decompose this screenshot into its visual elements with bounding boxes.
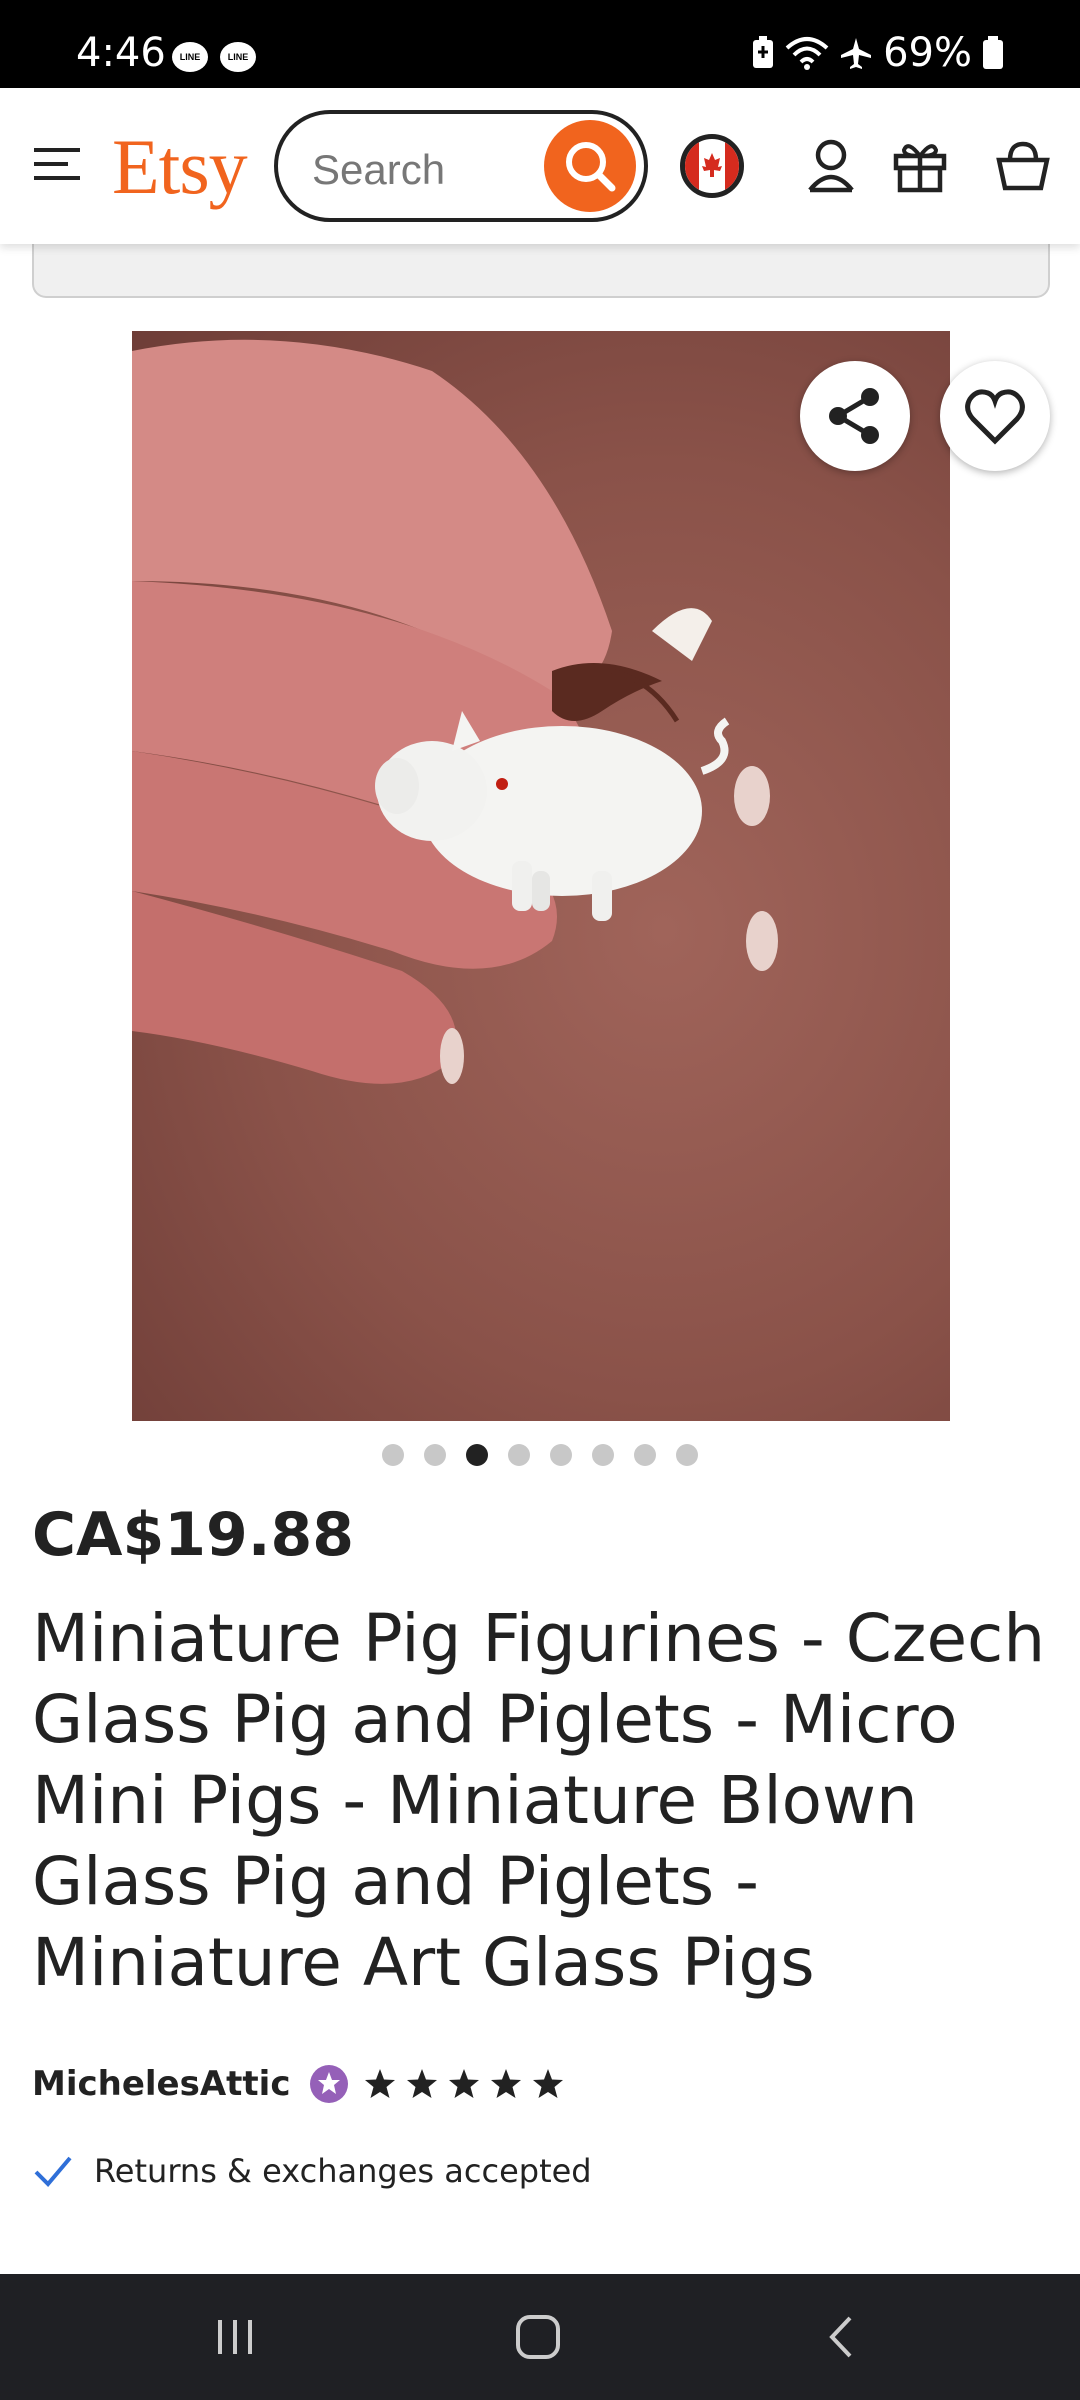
star-icon xyxy=(448,2069,479,2098)
battery-icon xyxy=(983,36,1003,69)
search-icon xyxy=(566,142,616,192)
search-button[interactable] xyxy=(544,120,636,212)
search-bar[interactable]: Search xyxy=(274,110,648,222)
returns-text: Returns & exchanges accepted xyxy=(94,2152,592,2190)
carousel-dot[interactable] xyxy=(592,1444,614,1466)
seller-row: MichelesAttic xyxy=(32,2064,565,2104)
search-input[interactable]: Search xyxy=(312,146,445,194)
heart-icon xyxy=(965,389,1025,445)
battery-saver-icon xyxy=(753,36,774,68)
account-icon[interactable] xyxy=(806,138,856,194)
status-bar: 4:46 LINE LINE 69% xyxy=(0,0,1080,88)
status-time: 4:46 xyxy=(76,30,166,76)
menu-icon[interactable] xyxy=(32,144,82,184)
check-icon xyxy=(34,2156,72,2187)
carousel-dots xyxy=(0,1444,1080,1466)
carousel-dot[interactable] xyxy=(508,1444,530,1466)
status-icons: 69% xyxy=(751,30,1004,76)
product-title: Miniature Pig Figurines - Czech Glass Pi… xyxy=(32,1600,1046,2001)
share-icon xyxy=(829,388,879,444)
app-header: Etsy Search xyxy=(0,88,1080,244)
system-nav-bar xyxy=(0,2274,1080,2400)
cart-icon[interactable] xyxy=(996,138,1050,194)
star-icon xyxy=(532,2069,563,2098)
product-photo xyxy=(132,339,778,1084)
carousel-dot[interactable] xyxy=(550,1444,572,1466)
canada-flag-icon[interactable] xyxy=(680,134,744,198)
rating-stars xyxy=(363,2067,565,2101)
battery-percent: 69% xyxy=(883,30,972,76)
back-icon[interactable] xyxy=(820,2312,860,2362)
product-image[interactable] xyxy=(132,331,950,1421)
wifi-icon xyxy=(785,37,829,70)
star-icon xyxy=(364,2069,395,2098)
line-icon: LINE xyxy=(172,42,208,72)
recent-apps-icon[interactable] xyxy=(210,2312,260,2362)
seller-name[interactable]: MichelesAttic xyxy=(32,2064,291,2104)
carousel-dot[interactable] xyxy=(634,1444,656,1466)
star-icon xyxy=(406,2069,437,2098)
star-icon xyxy=(490,2069,521,2098)
gift-icon[interactable] xyxy=(892,138,948,194)
airplane-icon xyxy=(841,38,872,69)
line-icon: LINE xyxy=(220,42,256,72)
etsy-logo[interactable]: Etsy xyxy=(112,122,248,212)
star-seller-badge-icon xyxy=(309,2065,348,2103)
favorite-button[interactable] xyxy=(940,361,1050,471)
carousel-dot[interactable] xyxy=(676,1444,698,1466)
carousel-dot[interactable] xyxy=(466,1444,488,1466)
share-button[interactable] xyxy=(800,361,910,471)
product-price: CA$19.88 xyxy=(32,1500,355,1570)
home-icon[interactable] xyxy=(510,2312,566,2362)
carousel-dot[interactable] xyxy=(382,1444,404,1466)
returns-row: Returns & exchanges accepted xyxy=(32,2150,592,2192)
carousel-dot[interactable] xyxy=(424,1444,446,1466)
